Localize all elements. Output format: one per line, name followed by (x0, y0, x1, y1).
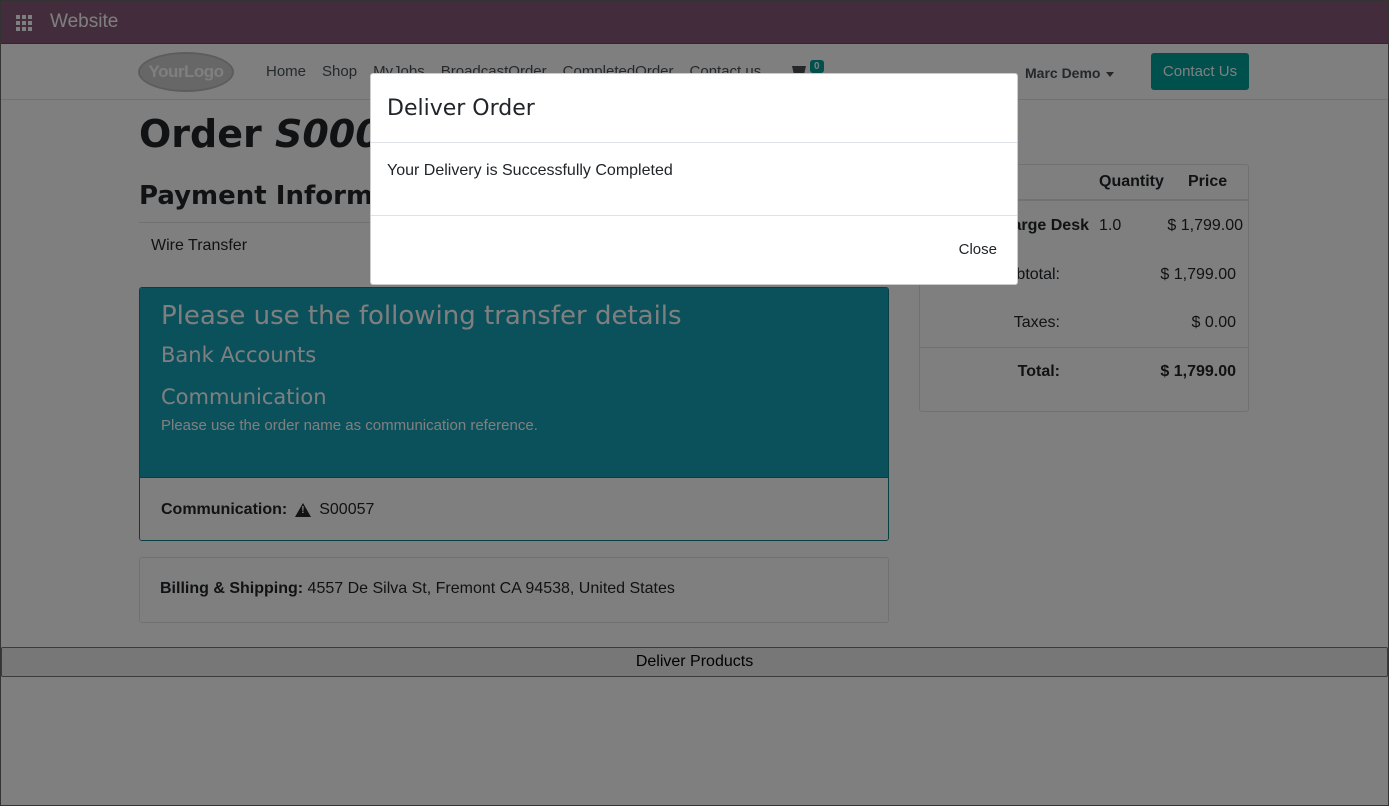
dialog-message: Your Delivery is Successfully Completed (371, 143, 1017, 216)
deliver-order-dialog: Deliver Order Your Delivery is Successfu… (370, 73, 1018, 285)
dialog-footer: Close (371, 216, 1017, 285)
dialog-title: Deliver Order (371, 74, 1017, 143)
close-button[interactable]: Close (959, 241, 997, 258)
